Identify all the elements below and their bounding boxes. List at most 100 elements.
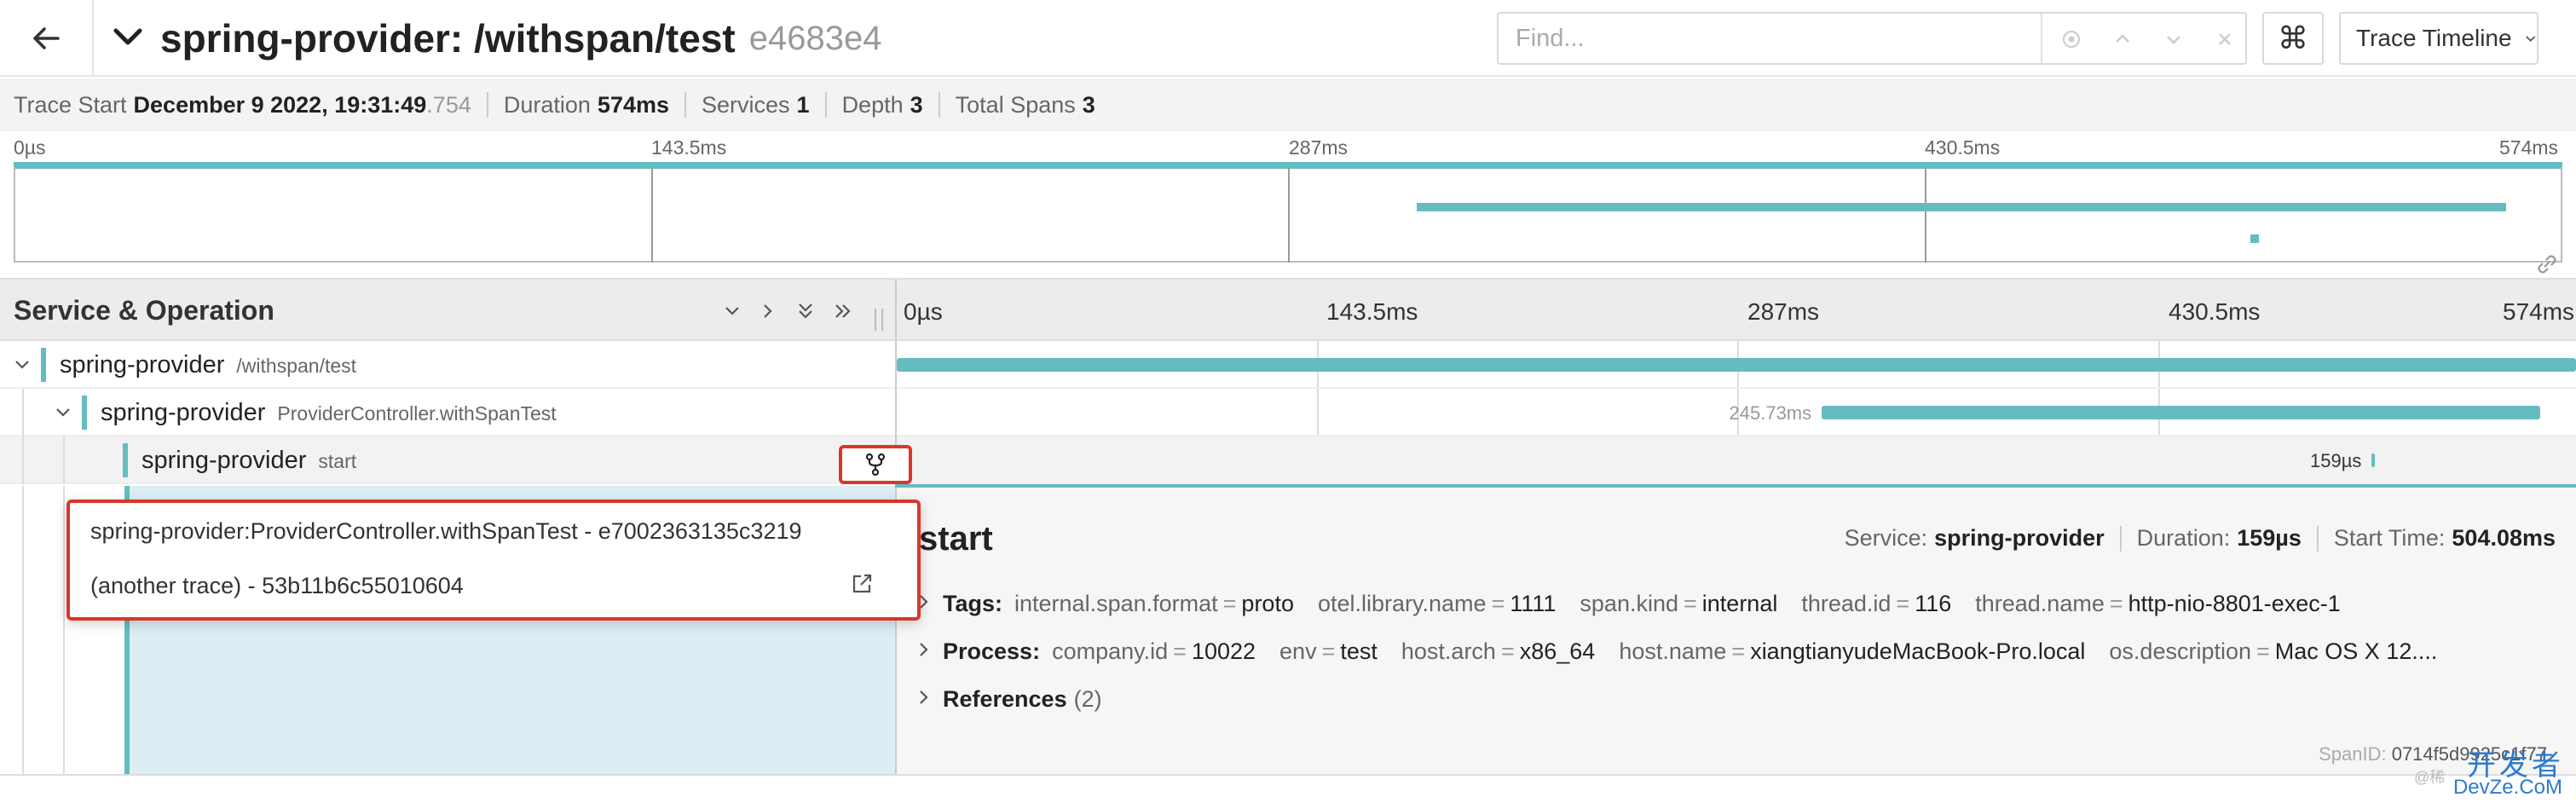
- timeline-tick: 143.5ms: [1326, 298, 1418, 325]
- span-row-name-cell[interactable]: spring-provider start: [0, 436, 895, 484]
- kv-key: thread.name: [1975, 590, 2105, 616]
- process-row[interactable]: Process: company.id = 10022 env = test host.ar…: [914, 634, 2559, 668]
- span-detail-meta: Service: spring-provider Duration: 159µs S…: [1844, 525, 2556, 552]
- trace-header: spring-provider: /withspan/test e4683e4 …: [0, 0, 2576, 77]
- expand-one-icon[interactable]: [754, 297, 783, 326]
- kv-key: otel.library.name: [1317, 590, 1487, 616]
- indent-guide: [22, 389, 24, 436]
- references-row[interactable]: References (2): [914, 682, 1102, 716]
- kv-value: 116: [1915, 590, 1952, 616]
- kv-value: test: [1340, 638, 1378, 664]
- view-mode-select[interactable]: Trace Timeline: [2339, 12, 2538, 65]
- summary-divider: [824, 92, 827, 118]
- key-value-pair: company.id = 10022: [1052, 638, 1256, 664]
- kv-value: xiangtianyudeMacBook-Pro.local: [1750, 638, 2086, 664]
- span-service-name: spring-provider ProviderController.withSp…: [101, 399, 557, 426]
- process-list: company.id = 10022 env = test host.arch = x86_64…: [1052, 638, 2437, 665]
- minimap-tick: 574ms: [2499, 136, 2559, 159]
- service-color-marker: [41, 348, 46, 382]
- chevron-down-icon[interactable]: [109, 18, 147, 60]
- kv-value: 10022: [1191, 638, 1256, 664]
- service-color-marker: [82, 396, 87, 430]
- span-row[interactable]: spring-provider ProviderController.withSp…: [0, 389, 2576, 436]
- span-bar[interactable]: [2371, 453, 2376, 467]
- external-link-icon[interactable]: [849, 571, 875, 597]
- key-value-pair: host.name = xiangtianyudeMacBook-Pro.local: [1619, 638, 2086, 664]
- link-icon[interactable]: [2535, 252, 2559, 276]
- indent-guide: [22, 436, 24, 484]
- expand-all-icon[interactable]: [829, 297, 858, 326]
- back-button[interactable]: [0, 0, 94, 77]
- key-value-pair: os.description = Mac OS X 12....: [2109, 638, 2438, 664]
- minimap-span-bar: [1416, 203, 2507, 212]
- summary-divider: [938, 92, 940, 118]
- trace-search: [1497, 12, 2247, 65]
- reference-item[interactable]: (another trace) - 53b11b6c55010604: [90, 573, 464, 599]
- view-mode-value: Trace Timeline: [2356, 25, 2512, 51]
- span-row-name-cell[interactable]: spring-provider ProviderController.withSp…: [0, 389, 895, 436]
- minimap-tick: 0µs: [14, 136, 46, 159]
- minimap-gridline: [651, 167, 653, 263]
- indent-guide: [22, 486, 24, 776]
- chevron-up-icon[interactable]: [2105, 22, 2140, 56]
- chevron-right-icon[interactable]: [914, 638, 943, 665]
- span-row-selected[interactable]: spring-provider start 159µs: [0, 436, 2576, 484]
- span-bar[interactable]: [897, 358, 2576, 372]
- service-color-marker: [123, 443, 128, 477]
- collapse-all-icon[interactable]: [791, 297, 820, 326]
- collapse-one-icon[interactable]: [718, 297, 747, 326]
- kv-key: thread.id: [1801, 590, 1892, 616]
- watermark-logo: 开发者 DevZe.CoM: [2438, 742, 2574, 803]
- key-value-pair: internal.span.format = proto: [1014, 590, 1294, 616]
- span-duration-label: 159µs: [2310, 450, 2362, 471]
- minimap-tick: 287ms: [1289, 136, 1349, 159]
- close-icon[interactable]: [2208, 22, 2242, 56]
- keyboard-shortcuts-button[interactable]: ⌘: [2262, 12, 2324, 65]
- trace-duration: Duration 574ms: [503, 91, 669, 118]
- chevron-right-icon[interactable]: [914, 686, 943, 713]
- tags-list: internal.span.format = proto otel.library.n…: [1014, 591, 2341, 617]
- span-operation-name: ProviderController.withSpanTest: [277, 402, 557, 425]
- reference-item[interactable]: spring-provider:ProviderController.withS…: [90, 518, 802, 545]
- span-detail-panel: start Service: spring-provider Duration: 1…: [895, 488, 2576, 776]
- trace-minimap[interactable]: 0µs 143.5ms 287ms 430.5ms 574ms: [0, 131, 2576, 276]
- indent-guide: [63, 436, 65, 484]
- footer-divider: [0, 774, 2576, 776]
- chevron-down-icon[interactable]: [10, 353, 34, 377]
- span-bar[interactable]: [1821, 406, 2540, 419]
- timeline-tick: 0µs: [904, 298, 943, 325]
- summary-divider: [486, 92, 488, 118]
- span-row-name-cell[interactable]: spring-provider/withspan/test: [0, 341, 895, 389]
- span-row[interactable]: spring-provider/withspan/test: [0, 341, 2576, 389]
- kv-value: 1111: [1510, 590, 1557, 616]
- arrow-left-icon: [33, 27, 60, 49]
- references-button[interactable]: [839, 445, 912, 484]
- search-input[interactable]: [1499, 14, 2041, 63]
- service-operation-title: Service & Operation: [14, 295, 274, 326]
- timeline-tick: 287ms: [1747, 298, 1820, 325]
- column-resizer[interactable]: [875, 309, 883, 331]
- kv-value: internal: [1701, 590, 1778, 616]
- chevron-down-icon: [2525, 36, 2535, 43]
- kv-key: company.id: [1052, 638, 1169, 664]
- trace-title-area[interactable]: spring-provider: /withspan/test e4683e4: [109, 12, 881, 65]
- tags-row[interactable]: Tags: internal.span.format = proto otel.lib…: [914, 586, 2559, 621]
- locate-icon[interactable]: [2054, 22, 2088, 56]
- kv-key: host.arch: [1401, 638, 1496, 664]
- watermark-en: DevZe.CoM: [2452, 776, 2562, 799]
- span-service-name: spring-provider start: [142, 447, 357, 474]
- timeline-tick: 430.5ms: [2169, 298, 2261, 325]
- kv-value: proto: [1241, 590, 1294, 616]
- key-value-pair: host.arch = x86_64: [1401, 638, 1596, 664]
- chevron-down-icon[interactable]: [2157, 22, 2191, 56]
- span-operation-name: start: [318, 450, 357, 472]
- summary-divider: [684, 92, 686, 118]
- trace-id: e4683e4: [748, 19, 882, 57]
- kv-value: http-nio-8801-exec-1: [2128, 590, 2341, 616]
- trace-title: spring-provider: /withspan/test: [160, 16, 736, 61]
- key-value-pair: env = test: [1279, 638, 1378, 664]
- span-detail-title: start: [919, 520, 993, 557]
- minimap-tick: 430.5ms: [1925, 136, 2001, 159]
- chevron-down-icon[interactable]: [51, 401, 75, 425]
- indent-guide: [63, 486, 65, 776]
